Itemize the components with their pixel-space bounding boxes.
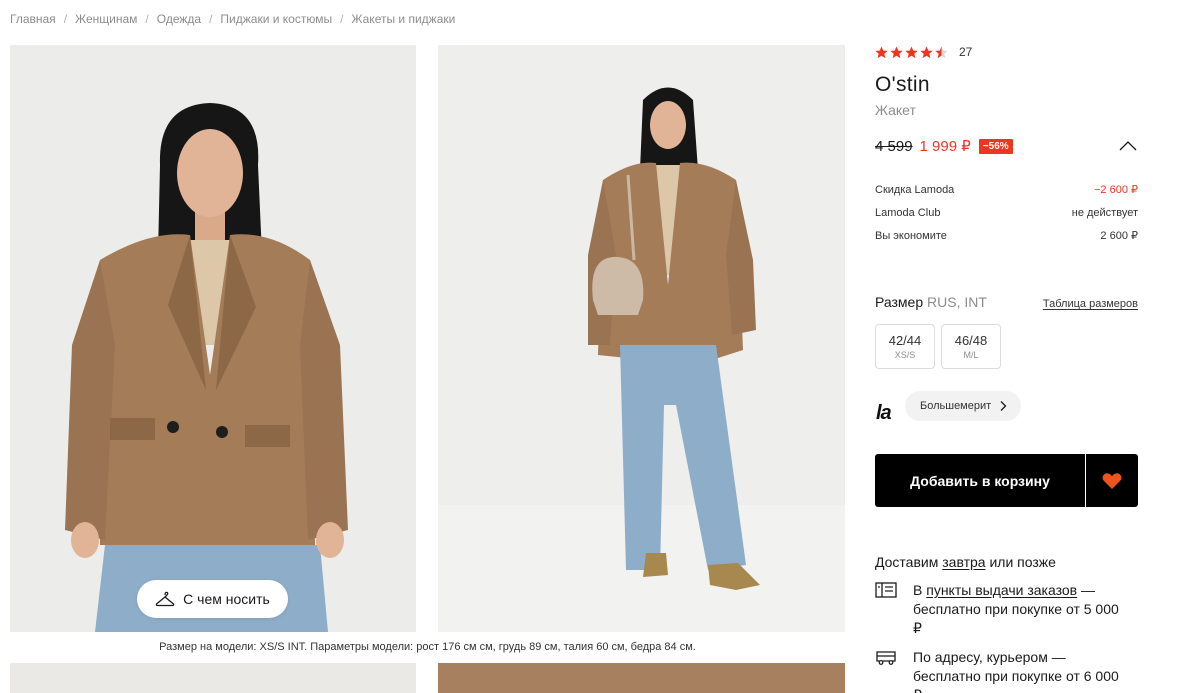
courier-truck-icon (876, 651, 896, 665)
size-title-label: Размер (875, 294, 924, 310)
star-icon (905, 46, 918, 58)
pickup-prefix: В (913, 582, 927, 598)
size-options: 42/44 XS/S 46/48 M/L (875, 324, 1001, 369)
new-price: 1 999 ₽ (919, 138, 971, 155)
delivery-heading-suffix: или позже (985, 554, 1056, 570)
size-header: Размер RUS, INT Таблица размеров (875, 294, 1138, 310)
price-detail-row: Скидка Lamoda −2 600 ₽ (875, 178, 1138, 201)
breadcrumb-separator: / (145, 12, 149, 26)
price-detail-row: Lamoda Club не действует (875, 201, 1138, 224)
breadcrumb-blazers[interactable]: Жакеты и пиджаки (351, 12, 455, 26)
size-ru: 46/48 (954, 333, 988, 348)
delivery-heading-prefix: Доставим (875, 554, 943, 570)
hanger-icon (155, 591, 175, 607)
price-detail-label: Скидка Lamoda (875, 183, 955, 196)
price-detail-row: Вы экономите 2 600 ₽ (875, 224, 1138, 247)
breadcrumb-separator: / (340, 12, 344, 26)
pickup-text: В пункты выдачи заказов — бесплатно при … (913, 581, 1123, 638)
add-to-cart-button[interactable]: Добавить в корзину (875, 454, 1085, 507)
size-ru: 42/44 (888, 333, 922, 348)
product-photo-3[interactable] (10, 663, 416, 693)
breadcrumb-clothing[interactable]: Одежда (157, 12, 201, 26)
fit-label: Большемерит (920, 400, 992, 412)
breadcrumb-separator: / (63, 12, 68, 26)
model-size-info: Размер на модели: XS/S INT. Параметры мо… (159, 641, 696, 653)
favorite-button[interactable] (1086, 454, 1138, 507)
what-to-wear-button[interactable]: С чем носить (137, 580, 288, 618)
star-half-icon (935, 46, 948, 58)
fit-advice-pill[interactable]: Большемерит (905, 391, 1022, 421)
size-intl: M/L (963, 350, 979, 360)
price-detail-value: 2 600 ₽ (1100, 230, 1138, 242)
pickup-point-icon (875, 582, 897, 598)
star-icon (920, 46, 933, 58)
model-front-illustration (10, 45, 416, 632)
size-system: RUS, INT (927, 294, 987, 310)
what-to-wear-label: С чем носить (183, 591, 270, 607)
rating-stars (875, 46, 948, 58)
product-photo-front[interactable] (10, 45, 416, 632)
price-details: Скидка Lamoda −2 600 ₽ Lamoda Club не де… (875, 178, 1138, 247)
product-photo-4[interactable] (438, 663, 845, 693)
courier-text: По адресу, курьером — бесплатно при поку… (913, 649, 1119, 693)
star-icon (875, 46, 888, 58)
star-icon (890, 46, 903, 58)
delivery-date-link[interactable]: завтра (942, 554, 985, 570)
delivery-heading: Доставим завтра или позже (875, 554, 1056, 570)
breadcrumb-jackets-suits[interactable]: Пиджаки и костюмы (220, 12, 332, 26)
lamoda-logo: la (876, 402, 892, 424)
price-detail-value: не действует (1071, 206, 1138, 219)
old-price: 4 599 (875, 137, 913, 155)
price-detail-label: Lamoda Club (875, 206, 941, 219)
chevron-right-icon (1000, 401, 1007, 411)
heart-icon (1102, 472, 1122, 489)
price-row: 4 599 1 999 ₽ −56% (875, 137, 1138, 155)
breadcrumb-separator: / (209, 12, 213, 26)
discount-badge: −56% (978, 138, 1013, 154)
delivery-option-courier: По адресу, курьером — бесплатно при поку… (875, 648, 1138, 693)
rating-count[interactable]: 27 (959, 45, 972, 59)
size-intl: XS/S (894, 350, 916, 360)
pickup-points-link[interactable]: пункты выдачи заказов (926, 582, 1077, 598)
size-option[interactable]: 46/48 M/L (941, 324, 1001, 369)
chevron-up-icon[interactable] (1118, 139, 1138, 157)
brand-name[interactable]: O'stin (875, 73, 930, 97)
breadcrumb-women[interactable]: Женщинам (75, 12, 137, 26)
size-option[interactable]: 42/44 XS/S (875, 324, 935, 369)
price-detail-value: −2 600 ₽ (1093, 184, 1138, 196)
product-type: Жакет (875, 102, 916, 118)
size-title: Размер RUS, INT (875, 294, 987, 310)
size-table-link[interactable]: Таблица размеров (1043, 298, 1138, 310)
breadcrumb: Главная / Женщинам / Одежда / Пиджаки и … (10, 12, 455, 26)
delivery-option-pickup: В пункты выдачи заказов — бесплатно при … (875, 581, 1138, 638)
product-photo-full-body[interactable] (438, 45, 845, 632)
price-detail-label: Вы экономите (875, 229, 947, 242)
breadcrumb-home[interactable]: Главная (10, 12, 56, 26)
model-full-illustration (438, 45, 845, 632)
product-rating[interactable]: 27 (875, 45, 972, 59)
